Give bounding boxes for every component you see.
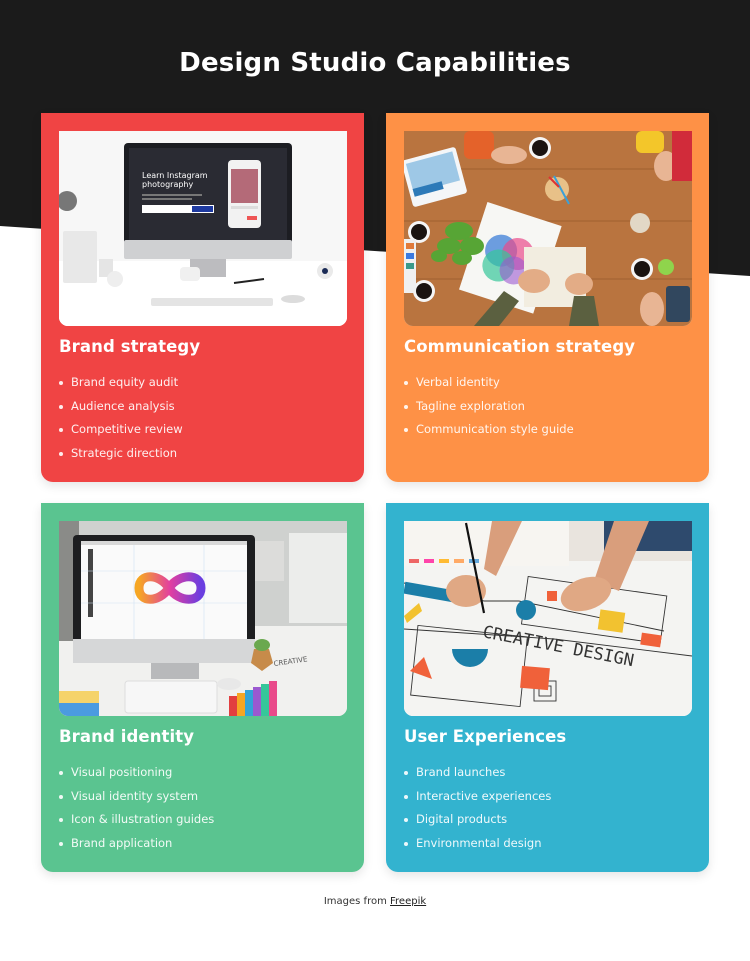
bullet-icon [404, 428, 408, 432]
list-item: Icon & illustration guides [59, 808, 214, 832]
list-item: Strategic direction [59, 442, 183, 466]
list-item: Brand application [59, 832, 214, 856]
image-heading-line1: Learn Instagram [142, 171, 208, 180]
list-item: Communication style guide [404, 418, 574, 442]
bullet-icon [404, 794, 408, 799]
capability-card-brand-strategy: Learn Instagram photography Brand strate… [41, 113, 364, 482]
credits-prefix: Images from [323, 896, 387, 907]
page-title: Design Studio Capabilities [179, 48, 571, 78]
card-title: Communication strategy [404, 337, 636, 356]
bullet-icon [59, 451, 63, 456]
list-item: Audience analysis [59, 395, 183, 419]
image-credits: Images from Freepik [0, 896, 750, 907]
capability-card-user-experiences: CREATIVE DESIGN User Experiences Brand l… [386, 503, 709, 872]
capability-card-communication-strategy: Communication strategy Verbal identity T… [386, 113, 709, 482]
bullet-icon [404, 818, 408, 822]
list-item: Competitive review [59, 418, 183, 442]
bullet-icon [404, 404, 408, 409]
capability-list: Visual positioning Visual identity syste… [59, 761, 214, 855]
card-title: User Experiences [404, 727, 567, 746]
bullet-icon [59, 381, 63, 385]
card-image-desktop-mockup: Learn Instagram photography [59, 131, 347, 326]
image-heading-line2: photography [142, 180, 193, 189]
list-item: Tagline exploration [404, 395, 574, 419]
bullet-icon [59, 818, 63, 822]
bullet-icon [59, 841, 63, 846]
card-image-team-table [404, 131, 692, 326]
bullet-icon [59, 404, 63, 409]
freepik-link[interactable]: Freepik [390, 896, 426, 907]
list-item: Verbal identity [404, 371, 574, 395]
capability-card-brand-identity: CREATIVE Brand identity Visual positioni… [41, 503, 364, 872]
card-image-creative-design-sketch: CREATIVE DESIGN [404, 521, 692, 716]
list-item: Brand equity audit [59, 371, 183, 395]
list-item: Interactive experiences [404, 785, 551, 809]
bullet-icon [404, 841, 408, 846]
list-item: Environmental design [404, 832, 551, 856]
bullet-icon [404, 771, 408, 775]
bullet-icon [59, 428, 63, 432]
card-title: Brand strategy [59, 337, 201, 356]
list-item: Visual identity system [59, 785, 214, 809]
card-title: Brand identity [59, 727, 195, 746]
bullet-icon [59, 771, 63, 775]
capability-list: Verbal identity Tagline exploration Comm… [404, 371, 574, 442]
list-item: Visual positioning [59, 761, 214, 785]
capability-list: Brand launches Interactive experiences D… [404, 761, 551, 855]
card-image-infinity-logo-monitor: CREATIVE [59, 521, 347, 716]
bullet-icon [59, 794, 63, 799]
list-item: Digital products [404, 808, 551, 832]
list-item: Brand launches [404, 761, 551, 785]
capability-list: Brand equity audit Audience analysis Com… [59, 371, 183, 465]
bullet-icon [404, 381, 408, 385]
